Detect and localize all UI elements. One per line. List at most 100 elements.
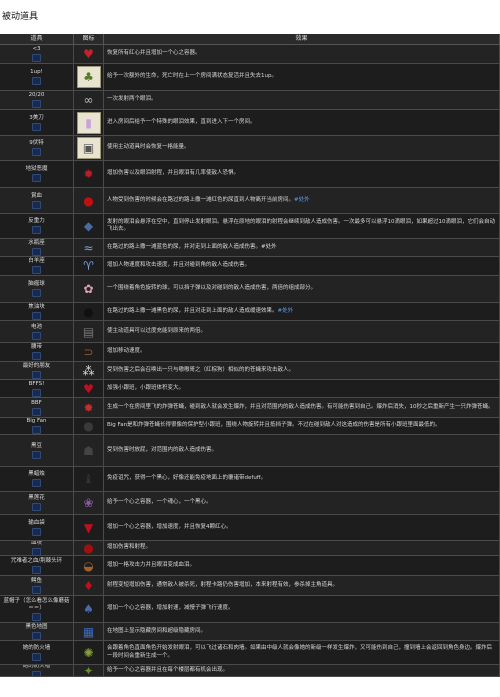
bobs-brain-icon: ✺ [83, 645, 94, 660]
item-effect-cell: 在地图上显示隐藏房间和超级隐藏房间。 [104, 623, 500, 640]
item-name-cell: 地狱恶魔 [0, 161, 74, 187]
item-id-link[interactable] [31, 352, 42, 360]
anti-gravity-icon: ◆ [83, 219, 94, 233]
item-name-cell: 3美刀 [0, 110, 74, 135]
item-effect: 在地图上显示隐藏房间和超级隐藏房间。 [107, 627, 207, 634]
belt-icon: ⊃ [83, 345, 94, 359]
item-id-link[interactable] [31, 407, 42, 416]
item-id-link[interactable] [31, 479, 42, 487]
item-id-link[interactable] [31, 148, 42, 156]
demon-face-icon: ✹ [83, 167, 94, 181]
item-id-link[interactable] [31, 311, 42, 320]
item-effect: 生成一个在房间里飞的炸弹苍蝇，碰到敌人就会发生爆炸，并且对范围内的敌人造成伤害。… [107, 403, 494, 410]
item-icon-cell: ✹ [74, 161, 104, 187]
table-row: 黑豆 ☗ 受到伤害时放屁，对范围内的敌人造成伤害。 [0, 435, 500, 467]
item-id-link[interactable] [31, 585, 42, 594]
item-effect-cell: 给予一个心之容器并且在每个楼层都有机会出现。 [104, 665, 500, 676]
item-id-link[interactable] [31, 200, 42, 209]
item-id-link[interactable] [31, 289, 42, 297]
item-id-link[interactable] [31, 54, 42, 62]
item-effect-cell: 一次发射两个眼泪。 [104, 91, 500, 109]
item-id-link[interactable] [31, 527, 42, 536]
item-name-cell: 血块 [0, 541, 74, 555]
item-id-link[interactable] [31, 652, 42, 661]
item-effect-cell: 给予一次额外的生命，死亡时在上一个房间满状态复活并且失去1up。 [104, 64, 500, 90]
item-id-link[interactable] [31, 670, 42, 676]
item-name: Big Fan [26, 418, 47, 424]
table-body: <3 ♥ 恢复所有红心并且增加一个心之容器。 1up! ♣ 给予一次额外的生命，死亡时… [0, 45, 500, 677]
table-row: Big Fan ● Big Fan是和炸弹苍蝇长得很像的保护型小跟班，围绕人物旋转… [0, 418, 500, 435]
bomb-friend-icon: ⁂ [82, 363, 95, 378]
item-name: 咒难者之血/荆棘头环 [10, 557, 63, 564]
item-id-link[interactable] [31, 266, 42, 274]
table-row: 9伏特 ▣ 使用主动道具时会恢复一格能量。 [0, 136, 500, 161]
big-fan-icon: ● [83, 419, 94, 433]
item-id-link[interactable] [31, 631, 42, 640]
aquarius-icon: ≈ [83, 240, 94, 255]
item-name: 脑瘤球 [28, 281, 45, 287]
item-id-link[interactable] [31, 612, 42, 621]
item-name: 白羊座 [28, 258, 45, 264]
item-name-cell: 黑豆 [0, 435, 74, 466]
table-row: 白羊座 ♈ 增加人物速度和攻击速度，并且对碰到角的敌人造成伤害。 [0, 257, 500, 276]
blood-drop-icon: ● [83, 193, 94, 208]
item-effect-cell: 在路过的路上撒一滩蓝色的尿，并对走到上面的敌人造成伤害。#处外 [104, 239, 500, 256]
item-id-link[interactable] [31, 174, 42, 182]
table-row: 1up! ♣ 给予一次额外的生命，死亡时在上一个房间满状态复活并且失去1up。 [0, 64, 500, 91]
item-effect: 增加伤害和射程。 [107, 544, 152, 551]
item-id-link[interactable] [31, 426, 42, 434]
header-icon: 图标 [74, 34, 104, 44]
item-effect-cell: 人物受到伤害的时候会在路过的路上撒一滩红色的尿直到人物离开当前房间。 #处外 [104, 188, 500, 213]
item-effect: 受到伤害之后会召唤出一只与嗷嗷哥之（红棕狗）相似的的苍蝇来攻击敌人。 [107, 366, 295, 373]
item-id-link[interactable] [31, 370, 42, 379]
table-row: 20/20 ∞ 一次发射两个眼泪。 [0, 91, 500, 110]
item-icon-cell: ≈ [74, 239, 104, 256]
table-row: BFFS! ♥ 加强小跟班，小跟班体积变大。 [0, 380, 500, 398]
item-name-cell: Big Fan [0, 418, 74, 434]
crown-of-thorns-icon: ◒ [83, 558, 94, 573]
header-effect: 效果 [104, 34, 500, 44]
item-id-link[interactable] [31, 122, 42, 131]
table-row: 电池 ▤ 使主动道具可以过度充能到原来的两倍。 [0, 321, 500, 343]
item-effect: 使主动道具可以过度充能到原来的两倍。 [107, 327, 207, 334]
item-name: 最好的朋友 [22, 362, 51, 369]
item-id-link[interactable] [31, 226, 42, 234]
black-lotus-icon: ❀ [83, 496, 94, 510]
item-icon-cell: ✦ [74, 665, 104, 676]
item-id-link[interactable] [31, 450, 42, 459]
table-row: 输血袋 ▼ 增加一个心之容器，增加速度，并且恢复4颗红心。 [0, 515, 500, 541]
item-effect: 恢复所有红心并且增加一个心之容器。 [107, 50, 201, 57]
item-id-link[interactable] [31, 565, 42, 574]
item-icon-cell: ✺ [74, 641, 104, 664]
item-effect-cell: 在路过的路上撒一滩黑色的尿，并且对走到上面的敌人造成缓速效果。 #处外 [104, 303, 500, 320]
item-id-link[interactable] [31, 503, 42, 511]
table-row: 鳄鱼 ♦ 射程变短增加伤害，通常敌人被杀死，射程卡路仍伤害增加，本来射程有效，参杀… [0, 576, 500, 596]
bobs-curse-icon: ✦ [83, 665, 94, 677]
item-effect-cell: 使用主动道具时会恢复一格能量。 [104, 136, 500, 160]
item-id-link[interactable] [31, 548, 42, 555]
item-effect: 增加一个心之容器，增加速度，并且恢复4颗红心。 [107, 523, 232, 530]
fly-bomb-icon: ✹ [83, 400, 94, 415]
item-name: BBF [31, 399, 42, 406]
item-effect: 发射的眼泪会悬浮在空中，直到停止发射眼泪。悬浮在原地的眼泪的射程会继续到敌人造成… [107, 218, 496, 233]
table-row: 她的防火墙 ✺ 会跟着角色直面角色开始发射眼泪，可以飞过诸石和肉墙。如果由中级人就… [0, 641, 500, 665]
item-icon-cell: ✿ [74, 276, 104, 302]
glasses-icon: ∞ [83, 93, 94, 107]
item-name: 她的防火墙 [22, 644, 51, 651]
item-name: 賞血 [30, 192, 42, 199]
blood-bag-icon: ▼ [83, 520, 94, 535]
item-id-link[interactable] [31, 331, 42, 340]
item-id-link[interactable] [31, 247, 42, 256]
item-effect: 使用主动道具时会恢复一格能量。 [107, 144, 190, 151]
item-id-link[interactable] [31, 77, 42, 85]
item-icon-cell: ♥ [74, 45, 104, 63]
item-effect-cell: 受到伤害时放屁，对范围内的敌人造成伤害。 [104, 435, 500, 466]
item-name-cell: 20/20 [0, 91, 74, 109]
blue-map-icon: ▦ [82, 624, 95, 639]
item-id-link[interactable] [31, 100, 42, 108]
item-name-cell: 蓝帽子（怎么看怎么像蘑菇＝＝） [0, 596, 74, 622]
item-effect: 加强小跟班，小跟班体积变大。 [107, 384, 185, 391]
item-name: 3美刀 [29, 114, 44, 121]
item-name-cell: <3 [0, 45, 74, 63]
item-id-link[interactable] [31, 388, 42, 397]
